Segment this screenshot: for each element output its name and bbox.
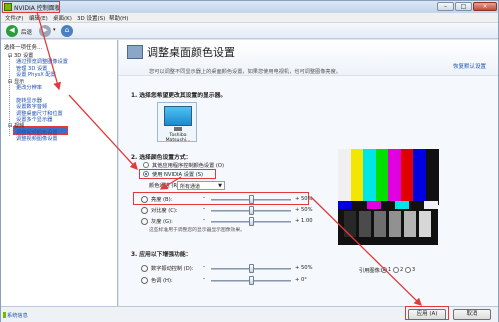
reference-radio-label: 2: [400, 267, 404, 273]
pattern-mid-strip: [352, 201, 368, 209]
option-other-app-label: 其他应用程序控制颜色设置 (O): [152, 163, 225, 169]
system-info-link[interactable]: 系统信息: [7, 312, 28, 319]
menu-file[interactable]: 文件(F): [5, 14, 23, 22]
toolbar: ◀ 后退 ▶ ▾ ⌂: [1, 23, 498, 39]
pattern-mid-strip: [366, 201, 382, 209]
pattern-gray-step: [404, 211, 416, 237]
restore-defaults-link[interactable]: 恢复默认设置: [453, 62, 486, 70]
title-bar[interactable]: NVIDIA 控制面板 – □ ×: [1, 1, 498, 13]
page-title: 调整桌面颜色设置: [147, 46, 235, 59]
pattern-gray-step: [419, 211, 431, 237]
menu-desktop[interactable]: 桌面(K): [53, 14, 72, 22]
color-adjust-icon: [141, 218, 148, 225]
enhance-adjust-icon: [141, 265, 148, 272]
color-adjust-icon: [141, 207, 148, 214]
enhance-label: 数字振动控制 (D):: [151, 266, 194, 272]
enhance-decrease[interactable]: -: [203, 275, 205, 282]
section-select-display: 1. 选择您希望更改其设置的显示器。: [131, 93, 227, 99]
reference-radio-1[interactable]: [381, 267, 387, 273]
color-label: 灰度 (G):: [151, 219, 173, 225]
reference-radio-3[interactable]: [405, 267, 411, 273]
pattern-color-bar: [350, 149, 364, 205]
menu-edit[interactable]: 编辑(E): [29, 14, 48, 22]
cancel-button[interactable]: 取消: [453, 309, 491, 320]
content-header: 调整桌面颜色设置 恢复默认设置 您可以调整不同显示器上的桌面颜色设置，如果您使用…: [119, 40, 498, 76]
color-decrease[interactable]: -: [203, 194, 205, 201]
color-label: 对比度 (C):: [151, 208, 178, 214]
color-value: + 1.00: [295, 218, 313, 224]
maximize-button[interactable]: □: [455, 2, 472, 11]
color-channel-select[interactable]: 所有通道 ▼: [177, 181, 225, 190]
chevron-down-icon: ▼: [218, 183, 222, 189]
radio-other-app[interactable]: [143, 162, 149, 168]
pattern-mid-strip: [409, 201, 425, 209]
menu-bar: 文件(F) 编辑(E) 桌面(K) 3D 设置(S) 帮助(H): [1, 13, 498, 23]
pattern-mid-strip: [395, 201, 410, 209]
page-description: 您可以调整不同显示器上的桌面颜色设置，如果您使用电视机，也可调整图像亮度。: [149, 69, 341, 75]
pattern-color-bar: [363, 149, 376, 205]
monitor-name: Toshiba Matsushi...: [165, 133, 191, 143]
task-sidebar: 选择一项任务... ⊟ 3D 设置 通过预览调整图像设置 管理 3D 设置 设置 Ph…: [1, 40, 118, 306]
annotation-title-highlight: [2, 1, 60, 13]
color-slider-thumb[interactable]: [249, 217, 254, 226]
pattern-color-bar: [425, 149, 439, 205]
monitor-stand: [174, 127, 182, 131]
menu-3d-settings[interactable]: 3D 设置(S): [77, 14, 105, 22]
pattern-color-bar: [400, 149, 414, 205]
back-label[interactable]: 后退: [21, 28, 32, 36]
pattern-color-bar: [338, 149, 351, 205]
section-color-method: 2. 选择颜色设置方式：: [131, 155, 192, 161]
reference-radio-label: 1: [388, 267, 392, 273]
menu-help[interactable]: 帮助(H): [109, 14, 128, 22]
forward-arrow-icon[interactable]: ▶: [39, 25, 51, 37]
tree-link[interactable]: 调整视频图像设置: [16, 135, 58, 142]
content-pane: 调整桌面颜色设置 恢复默认设置 您可以调整不同显示器上的桌面颜色设置，如果您使用…: [119, 40, 498, 306]
section-enhancements: 3. 应用以下增强功能：: [131, 252, 192, 258]
enhance-adjust-icon: [141, 277, 148, 284]
color-decrease[interactable]: -: [203, 205, 205, 212]
reference-test-pattern: [338, 149, 439, 245]
slider-note: 这些标准用于调整您的显示器显示图像效果。: [149, 228, 245, 233]
dropdown-arrow-icon[interactable]: ▾: [53, 27, 56, 33]
pattern-gray-step: [359, 211, 371, 237]
color-decrease[interactable]: -: [203, 216, 205, 223]
enhance-decrease[interactable]: -: [203, 263, 205, 270]
annotation-apply-highlight: [405, 306, 449, 320]
sidebar-title: 选择一项任务...: [4, 45, 43, 51]
close-button[interactable]: ×: [473, 2, 497, 11]
pattern-gray-step: [374, 211, 386, 237]
annotation-nvidia-option-highlight: [139, 169, 216, 179]
pattern-color-bar: [375, 149, 389, 205]
display-selector[interactable]: Toshiba Matsushi...: [157, 102, 197, 143]
reference-radio-label: 3: [412, 267, 416, 273]
color-adjust-icon: [141, 196, 148, 203]
enhance-value: + 50%: [295, 265, 313, 271]
home-icon[interactable]: ⌂: [61, 25, 73, 37]
color-slider-thumb[interactable]: [249, 195, 254, 204]
pattern-gray-step: [344, 211, 356, 237]
color-slider-thumb[interactable]: [249, 206, 254, 215]
pattern-color-bar: [388, 149, 401, 205]
pattern-mid-strip: [423, 201, 439, 209]
display-settings-icon: [127, 45, 143, 59]
pattern-gray-step: [389, 211, 401, 237]
enhance-slider-thumb[interactable]: [249, 276, 254, 285]
enhance-slider-thumb[interactable]: [249, 264, 254, 273]
pattern-mid-strip: [338, 201, 353, 209]
nvidia-small-icon: [3, 312, 6, 318]
pattern-color-bar: [413, 149, 426, 205]
minimize-button[interactable]: –: [437, 2, 454, 11]
color-value: + 50%: [295, 207, 313, 213]
enhance-label: 色调 (H):: [151, 278, 173, 284]
pattern-mid-strip: [380, 201, 396, 209]
color-label: 亮度 (B):: [151, 197, 173, 203]
nvidia-control-panel-window: NVIDIA 控制面板 – □ × 文件(F) 编辑(E) 桌面(K) 3D 设…: [0, 0, 499, 322]
enhance-value: + 0°: [295, 277, 307, 283]
back-arrow-icon[interactable]: ◀: [6, 25, 18, 37]
monitor-icon: [164, 106, 192, 126]
color-value: + 50%: [295, 196, 313, 202]
reference-radio-2[interactable]: [393, 267, 399, 273]
color-channel-value: 所有通道: [180, 184, 201, 190]
